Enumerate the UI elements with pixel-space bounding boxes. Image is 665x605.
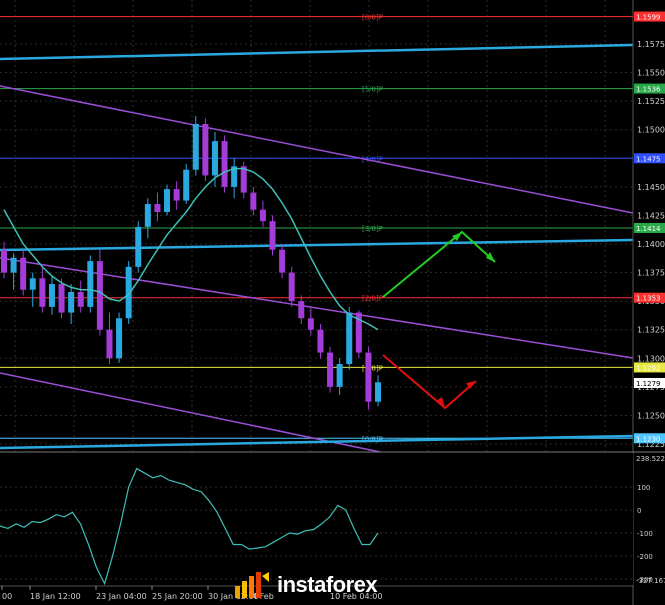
level-label: [1/8]P [362, 364, 383, 372]
instaforex-logo: instaforex [235, 570, 435, 600]
candle-body [173, 189, 180, 201]
osc-tick: 100 [637, 484, 650, 492]
oscillator-bg [0, 453, 633, 585]
candle-body [20, 257, 27, 290]
candle-body [106, 329, 113, 359]
price-tick: 1.1550 [637, 69, 665, 78]
level-label: [3/8]P [362, 225, 383, 233]
candle-body [1, 249, 7, 273]
candle-body [144, 204, 151, 227]
price-tick: 1.1425 [637, 211, 665, 220]
instaforex-logo-icon [235, 572, 269, 598]
candle-body [279, 249, 286, 273]
trading-chart[interactable]: [8/8]P[5/8]P[4/8]P[3/8]P[2/8]P[1/8]P[0/8… [0, 0, 665, 605]
candle-body [269, 221, 276, 250]
current-price-label: 1.1279 [636, 380, 661, 388]
level-label: [2/8]P [362, 295, 383, 303]
candle-body [307, 318, 314, 330]
price-tick: 1.1300 [637, 354, 665, 363]
price-tick: 1.1400 [637, 240, 665, 249]
candle-body [154, 204, 161, 212]
price-tick: 1.1250 [637, 411, 665, 420]
level-badge-label: 1.1414 [636, 225, 661, 233]
candle-body [68, 292, 75, 313]
candle-body [288, 272, 295, 302]
time-tick: 23 Jan 04:00 [96, 592, 147, 601]
candle-body [183, 169, 190, 201]
current-price-badge: 1.1279 [634, 378, 665, 388]
price-panel-bg [0, 0, 633, 452]
candle-body [327, 352, 334, 387]
price-tick: 1.1325 [637, 326, 665, 335]
candle-body [240, 166, 247, 193]
price-tick: 1.1575 [637, 40, 665, 49]
osc-range-top: 238.5227 [636, 455, 665, 463]
oscillator-tick-labels: 100 0 -100 -200 -300 [637, 484, 653, 584]
instaforex-wordmark: instaforex [277, 572, 378, 597]
candle-body [365, 352, 372, 402]
price-tick: 1.1375 [637, 269, 665, 278]
osc-tick: -300 [637, 576, 653, 584]
level-label: [8/8]P [362, 14, 383, 22]
level-badge-label: 1.1292 [636, 364, 661, 372]
candle-body [259, 209, 266, 222]
candle-body [250, 192, 257, 210]
candle-body [375, 382, 381, 402]
candle-body [192, 124, 199, 170]
candle-body [39, 278, 46, 307]
time-tick: 25 Jan 20:00 [152, 592, 203, 601]
candle-body [317, 329, 324, 353]
candle-body [10, 257, 17, 273]
candle-body [58, 284, 65, 313]
level-badge-label: 1.1536 [636, 86, 661, 94]
time-tick: 00 [2, 592, 12, 601]
candle-body [336, 364, 343, 387]
candle-body [211, 141, 218, 176]
price-tick: 1.1500 [637, 126, 665, 135]
candle-body [221, 141, 228, 187]
candle-body [202, 124, 209, 176]
candle-body [48, 284, 55, 307]
price-tick: 1.1525 [637, 97, 665, 106]
candle-body [77, 292, 84, 307]
time-tick: 18 Jan 12:00 [30, 592, 81, 601]
candle-body [346, 312, 353, 364]
level-badge-label: 1.1230 [636, 435, 661, 443]
candle-body [164, 189, 171, 212]
level-badge-label: 1.1353 [636, 295, 661, 303]
candle-body [29, 278, 36, 290]
candle-body [87, 261, 94, 307]
candle-body [298, 301, 305, 319]
oscillator-panel[interactable]: 238.5227 -327.167 1000-100-200-300 [0, 453, 665, 586]
candle-body [96, 261, 103, 330]
candle-body [116, 318, 123, 359]
level-badge-label: 1.1599 [636, 14, 661, 22]
level-label: [5/8]P [362, 86, 383, 94]
osc-tick: -100 [637, 530, 653, 538]
level-badge-label: 1.1475 [636, 155, 661, 163]
candle-body [135, 226, 142, 267]
price-tick: 1.1450 [637, 183, 665, 192]
osc-tick: -200 [637, 553, 653, 561]
osc-tick: 0 [637, 507, 641, 515]
